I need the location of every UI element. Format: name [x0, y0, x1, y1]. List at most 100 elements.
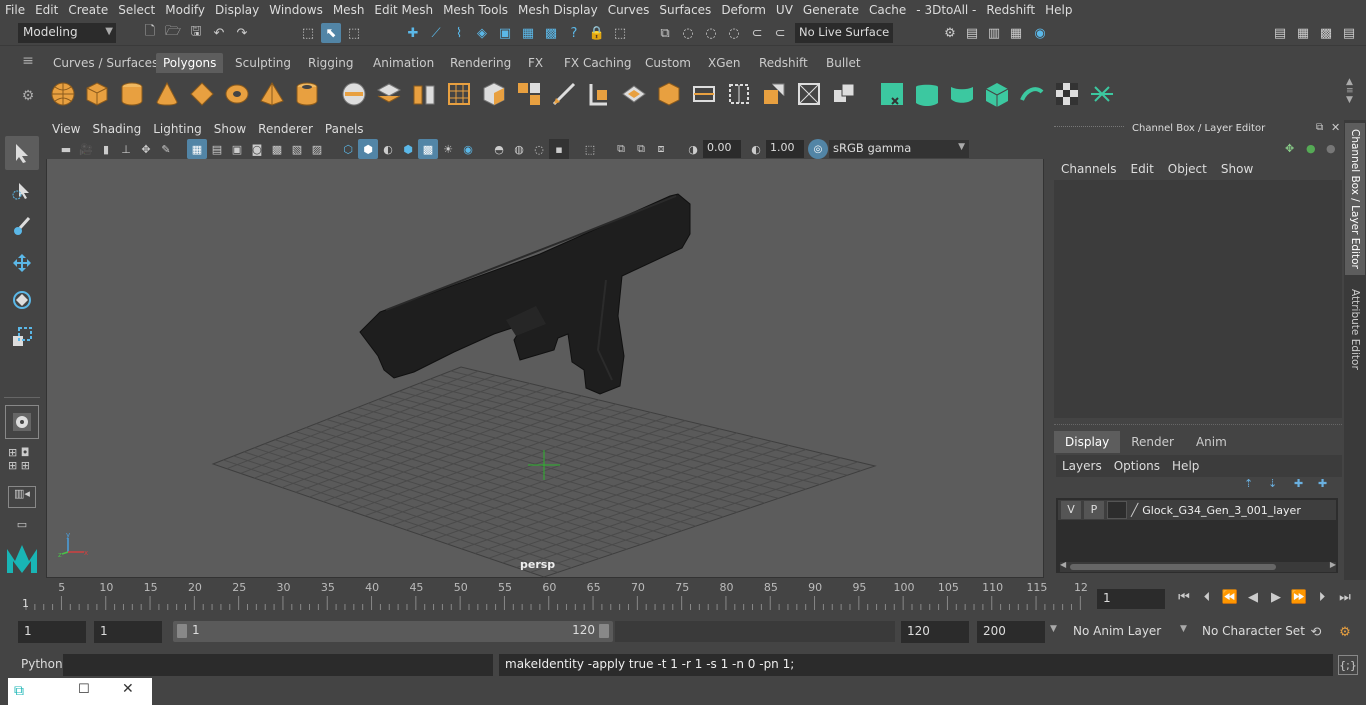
shelf-tab-rigging[interactable]: Rigging	[301, 53, 360, 73]
keyed-status-icon[interactable]: ●	[1326, 142, 1336, 155]
motion-blur-icon[interactable]: ◓	[489, 139, 509, 159]
gamma-field[interactable]: 1.00	[766, 140, 804, 158]
channel-list-area[interactable]	[1054, 180, 1342, 418]
reduce-icon[interactable]	[830, 80, 858, 108]
viewport-menu-shading[interactable]: Shading	[86, 121, 147, 139]
film-gate-icon[interactable]: ▤	[207, 139, 227, 159]
cb-menu-show[interactable]: Show	[1215, 162, 1261, 176]
magnet-off-icon[interactable]: ⊂	[770, 23, 790, 43]
boolean-icon[interactable]	[760, 80, 788, 108]
poly-torus-icon[interactable]	[223, 80, 251, 108]
layer-row[interactable]: V P ╱ Glock_G34_Gen_3_001_layer	[1058, 500, 1336, 520]
poly-plane-icon[interactable]	[188, 80, 216, 108]
shelf-tab-custom[interactable]: Custom	[638, 53, 698, 73]
script-language-label[interactable]: Python	[21, 657, 63, 671]
viewport-menu-show[interactable]: Show	[208, 121, 252, 139]
anim-layer-select[interactable]: No Anim Layer	[1067, 621, 1177, 643]
smooth-shade-icon[interactable]: ⬢	[358, 139, 378, 159]
layout-single-icon[interactable]: ⊞ ◘ ⊞ ⊞	[8, 446, 30, 472]
previous-key-icon[interactable]: ⏪	[1220, 587, 1240, 607]
2d-pan-zoom-icon[interactable]: ✥	[136, 139, 156, 159]
backface-culling-icon[interactable]: ⧈	[651, 139, 671, 159]
menu-mesh[interactable]: Mesh	[328, 0, 370, 20]
shelf-tab-curves-surfaces[interactable]: Curves / Surfaces	[46, 53, 165, 73]
auto-key-icon[interactable]: ●	[1306, 142, 1316, 155]
shelf-tab-fx[interactable]: FX	[521, 53, 550, 73]
append-polygon-icon[interactable]	[515, 80, 543, 108]
menu-curves[interactable]: Curves	[603, 0, 655, 20]
field-chart-icon[interactable]: ▩	[267, 139, 287, 159]
menu-generate[interactable]: Generate	[798, 0, 864, 20]
maya-small-icon[interactable]: ⧉	[14, 683, 24, 699]
shelf-tab-redshift[interactable]: Redshift	[752, 53, 815, 73]
snap-surface-icon[interactable]: ▦	[518, 23, 538, 43]
snap-grid-icon[interactable]: ✚	[403, 23, 423, 43]
lasso-icon[interactable]: ◌	[678, 23, 698, 43]
menu-help[interactable]: Help	[1040, 0, 1077, 20]
magnet-icon[interactable]: ⊂	[747, 23, 767, 43]
hypershade-icon[interactable]: ◉	[1030, 23, 1050, 43]
uv-spherical-icon[interactable]	[948, 80, 976, 108]
play-forwards-icon[interactable]: ▶	[1266, 587, 1286, 607]
poly-pyramid-icon[interactable]	[258, 80, 286, 108]
menu-surfaces[interactable]: Surfaces	[654, 0, 716, 20]
new-scene-icon[interactable]: 🗋	[140, 23, 160, 43]
render-frame-icon[interactable]: ▦	[1006, 23, 1026, 43]
layer-tab-render[interactable]: Render	[1120, 431, 1185, 453]
grid-toggle-icon[interactable]: ▦	[187, 139, 207, 159]
auto-keyframe-icon[interactable]: ⟲	[1306, 622, 1326, 642]
cb-menu-edit[interactable]: Edit	[1125, 162, 1162, 176]
show-manipulator-icon[interactable]: ✥	[1285, 142, 1294, 155]
menu-mesh-tools[interactable]: Mesh Tools	[438, 0, 513, 20]
fill-hole-icon[interactable]	[795, 80, 823, 108]
step-back-icon[interactable]: ⏴	[1197, 587, 1217, 607]
undo-icon[interactable]: ↶	[209, 23, 229, 43]
exposure-icon[interactable]: ◑	[683, 139, 703, 159]
textured-icon[interactable]: ⬢	[398, 139, 418, 159]
cb-menu-channels[interactable]: Channels	[1055, 162, 1125, 176]
insert-edge-loop-icon[interactable]	[585, 80, 613, 108]
step-forward-icon[interactable]: ⏵	[1312, 587, 1332, 607]
poly-pipe-icon[interactable]	[293, 80, 321, 108]
depth-of-field-icon[interactable]: ◌	[529, 139, 549, 159]
snap-vertex-icon[interactable]: ▩	[541, 23, 561, 43]
grease-pencil-icon[interactable]: ✎	[156, 139, 176, 159]
lasso-tool-icon[interactable]	[5, 173, 39, 207]
triangulate-icon[interactable]	[725, 80, 753, 108]
select-by-object-icon[interactable]: ⬉	[321, 23, 341, 43]
workspace-icon[interactable]: ▤	[1270, 23, 1290, 43]
play-backwards-icon[interactable]: ◀	[1243, 587, 1263, 607]
help-question-icon[interactable]: ?	[564, 23, 584, 43]
layer-type-toggle[interactable]	[1107, 501, 1127, 519]
uv-planar-icon[interactable]	[878, 80, 906, 108]
shadows-icon[interactable]: ☀	[438, 139, 458, 159]
live-surface-field[interactable]: No Live Surface	[795, 23, 893, 43]
construction-history-icon[interactable]: ⧉	[655, 23, 675, 43]
panel-grip[interactable]	[1054, 126, 1124, 132]
snap-live-icon[interactable]: ▣	[495, 23, 515, 43]
chevron-down-icon[interactable]: ▼	[1180, 624, 1187, 634]
shelf-settings-gear-icon[interactable]: ⚙	[18, 88, 38, 108]
maximize-icon[interactable]: ☐	[78, 682, 90, 697]
gate-mask-icon[interactable]: ◙	[247, 139, 267, 159]
go-to-start-icon[interactable]: ⏮	[1174, 587, 1194, 607]
shelf-tab-xgen[interactable]: XGen	[701, 53, 748, 73]
panel-layout-icon[interactable]: ▦	[1293, 23, 1313, 43]
bookmark-icon[interactable]: ▮	[96, 139, 116, 159]
paint-select-tool-icon[interactable]	[5, 209, 39, 243]
use-all-lights-icon[interactable]: ▩	[418, 139, 438, 159]
viewport-menu-lighting[interactable]: Lighting	[147, 121, 208, 139]
next-key-icon[interactable]: ⏩	[1289, 587, 1309, 607]
channel-box-toggle-icon[interactable]: ▤	[1339, 23, 1359, 43]
poly-cylinder-icon[interactable]	[118, 80, 146, 108]
xray-active-icon[interactable]: ⧉	[631, 139, 651, 159]
separate-icon[interactable]	[375, 80, 403, 108]
exposure-field[interactable]: 0.00	[703, 140, 741, 158]
layer-playback-toggle[interactable]: P	[1084, 501, 1104, 519]
multi-cut-icon[interactable]	[550, 80, 578, 108]
poly-cube-icon[interactable]	[83, 80, 111, 108]
viewport-menu-renderer[interactable]: Renderer	[252, 121, 319, 139]
viewport-menu-view[interactable]: View	[46, 121, 86, 139]
shelf-tab-animation[interactable]: Animation	[366, 53, 441, 73]
shelf-tab-bullet[interactable]: Bullet	[819, 53, 868, 73]
